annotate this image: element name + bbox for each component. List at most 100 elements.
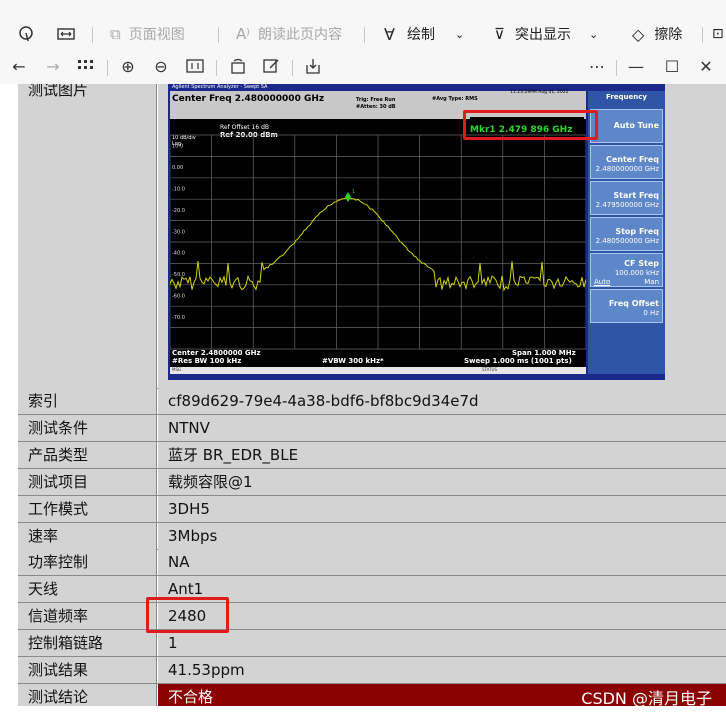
read-aloud-button[interactable]: A⁾ 朗读此页内容 (236, 22, 342, 46)
row-label: 测试条件 (18, 414, 157, 441)
softkey-title: CF Step (624, 259, 659, 268)
page-view-icon: ⧉ (110, 25, 121, 43)
row-value: NTNV (158, 414, 726, 441)
sweep-label: Sweep 1.000 ms (1001 pts) (464, 357, 572, 365)
draw-icon: ∀ (384, 24, 395, 44)
toolbar-divider (218, 27, 219, 43)
row-label: 测试项目 (18, 468, 157, 495)
forward-arrow-icon[interactable]: → (42, 55, 64, 77)
softkey-freq-offset[interactable]: Freq Offset 0 Hz (590, 289, 663, 323)
table-row: 功率控制 NA (18, 549, 726, 577)
row-label: 控制箱链路 (18, 630, 157, 657)
softkey-sub: 2.480000000 GHz (595, 165, 659, 173)
softkey-start-freq[interactable]: Start Freq 2.479500000 GHz (590, 181, 663, 215)
row-value: 3DH5 (158, 495, 726, 522)
row-label: 天线 (18, 576, 157, 603)
row-value: 2480 (158, 603, 726, 630)
softkey-sub: 2.479500000 GHz (595, 201, 659, 209)
reader-toolbar: ⧉ 页面视图 A⁾ 朗读此页内容 ∀ 绘制 ⌄ ⊽ 突出显示 ⌄ ◇ 擦除 ⊡ (0, 0, 726, 49)
center-bottom-label: Center 2.4800000 GHz (172, 349, 261, 357)
softkey-sub: 2.480500000 GHz (595, 237, 659, 245)
row-value: NA (158, 549, 726, 576)
zoom-in-icon[interactable]: ⊕ (117, 55, 139, 77)
maximize-icon[interactable]: ☐ (661, 55, 683, 77)
rotate-icon[interactable] (227, 55, 249, 77)
page-view-label: 页面视图 (128, 27, 185, 43)
y-tick-label: -70.0 (172, 315, 185, 321)
toolbar-divider (364, 27, 365, 43)
analyzer-window-title: Agilent Spectrum Analyzer - Swept SA (172, 84, 268, 90)
table-row: 天线 Ant1 (18, 576, 726, 604)
softkey-stop-freq[interactable]: Stop Freq 2.480500000 GHz (590, 217, 663, 251)
chevron-down-icon[interactable]: ⌄ (589, 28, 598, 41)
chevron-down-icon[interactable]: ⌄ (455, 28, 464, 41)
status-bar: MSG STATUS (170, 367, 586, 374)
softkey-title: Start Freq (613, 191, 659, 200)
row-label: 索引 (18, 388, 157, 414)
page-view-button[interactable]: ⧉ 页面视图 (110, 22, 185, 46)
nav-toolbar: ← → ⊕ ⊖ ⋯ — ☐ ✕ (0, 48, 726, 84)
row-value: 载频容限@1 (158, 468, 726, 495)
row-value: 3Mbps (158, 522, 726, 549)
bottom-edge (0, 706, 726, 717)
softkey-auto-tune[interactable]: Auto Tune (590, 109, 663, 143)
back-arrow-icon[interactable]: ← (8, 55, 30, 77)
eraser-icon: ◇ (632, 24, 645, 44)
toolbar-divider (616, 60, 617, 76)
more-tools-icon[interactable]: ⊡ (712, 22, 724, 46)
marker-number: 1 (352, 189, 355, 195)
row-value: 1 (158, 630, 726, 657)
row-label: 测试结果 (18, 657, 157, 683)
y-tick-label: -20.0 (172, 208, 185, 214)
softkey-cf-step[interactable]: CF Step 100.000 kHz Auto Man (590, 253, 663, 287)
zoom-out-icon[interactable]: ⊖ (150, 55, 172, 77)
table-row: 测试项目 载频容限@1 (18, 468, 726, 496)
softkey-auto: Auto (594, 278, 611, 286)
row-label: 信道频率 (18, 603, 157, 630)
draw-label: 绘制 (406, 27, 435, 43)
more-options-icon[interactable]: ⋯ (586, 55, 608, 77)
toolbar-divider (292, 60, 293, 76)
close-icon[interactable]: ✕ (695, 55, 717, 77)
y-tick-label: -60.0 (172, 294, 185, 300)
y-tick-label: -10.0 (172, 187, 185, 193)
softkey-title: Freq Offset (608, 299, 659, 308)
y-tick-label: 0.00 (172, 165, 183, 171)
softkey-center-freq[interactable]: Center Freq 2.480000000 GHz (590, 145, 663, 179)
table-row: 测试条件 NTNV (18, 414, 726, 442)
softkey-panel: Frequency Auto Tune Center Freq 2.480000… (588, 91, 665, 374)
res-bw-label: #Res BW 100 kHz (172, 357, 242, 365)
highlight-button[interactable]: ⊽ 突出显示 ⌄ (494, 22, 598, 46)
highlight-icon: ⊽ (494, 25, 505, 43)
softkey-header: Frequency (606, 93, 647, 101)
row-label-image: 测试图片 (18, 84, 157, 388)
draw-button[interactable]: ∀ 绘制 ⌄ (384, 22, 464, 46)
grid-lines (170, 134, 586, 350)
minimize-icon[interactable]: — (625, 55, 647, 77)
erase-button[interactable]: ◇ 擦除 (632, 22, 682, 46)
softkey-title: Center Freq (605, 155, 659, 164)
table-row: 索引 cf89d629-79e4-4a38-bdf6-bf8bc9d34e7d (18, 388, 726, 415)
table-row: 产品类型 蓝牙 BR_EDR_BLE (18, 441, 726, 469)
row-label: 产品类型 (18, 441, 157, 468)
grid-view-icon[interactable] (75, 55, 97, 77)
table-row: 工作模式 3DH5 (18, 495, 726, 523)
table-row: 速率 3Mbps (18, 522, 726, 550)
fit-page-icon[interactable] (184, 55, 206, 77)
touch-icon[interactable] (16, 22, 36, 46)
row-label: 速率 (18, 522, 157, 549)
row-label: 功率控制 (18, 549, 157, 576)
y-tick-label: -40.0 (172, 251, 185, 257)
softkey-man: Man (644, 278, 659, 286)
document-page: 测试图片 Agilent Spectrum Analyzer - Swept S… (0, 84, 726, 717)
msg-label: MSG (172, 367, 182, 372)
table-row: 控制箱链路 1 (18, 630, 726, 658)
highlight-label: 突出显示 (514, 27, 571, 43)
fit-width-icon[interactable] (56, 22, 76, 46)
span-label: Span 1.000 MHz (512, 349, 576, 357)
save-icon[interactable] (302, 55, 324, 77)
y-tick-label: -30.0 (172, 229, 185, 235)
edit-icon[interactable] (260, 55, 282, 77)
toolbar-divider (92, 27, 93, 43)
row-value: Ant1 (158, 576, 726, 603)
